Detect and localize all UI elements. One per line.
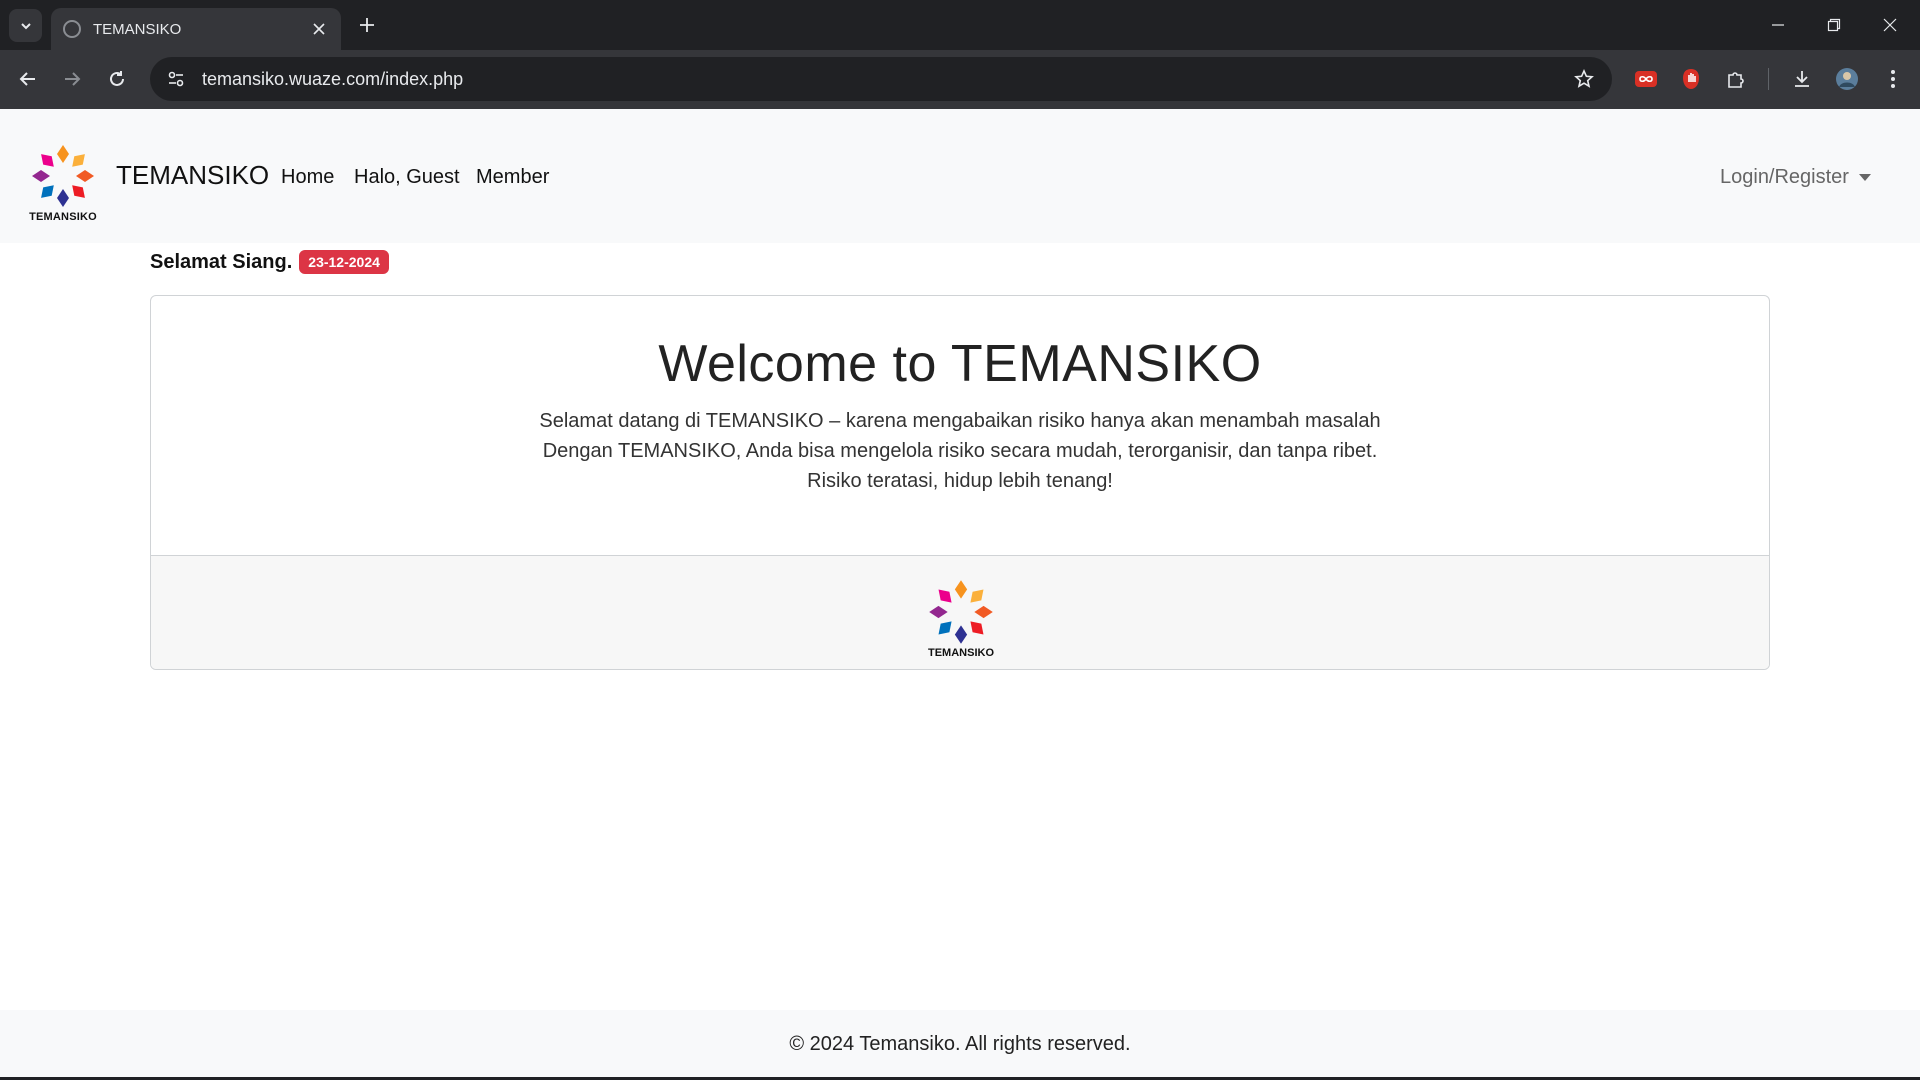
logo-wordmark: TEMANSIKO [29, 211, 97, 223]
forward-button[interactable] [56, 63, 88, 95]
site-info-button[interactable] [154, 57, 198, 101]
greeting-text: Selamat Siang. [150, 250, 293, 273]
welcome-line: Selamat datang di TEMANSIKO – karena men… [539, 410, 1381, 432]
downloads-button[interactable] [1787, 64, 1817, 94]
star-icon [1574, 69, 1594, 88]
welcome-title: Welcome to TEMANSIKO [658, 335, 1262, 393]
welcome-card-footer: TEMANSIKO [151, 555, 1769, 669]
minimize-button[interactable] [1750, 8, 1806, 42]
logo-wordmark: TEMANSIKO [928, 647, 994, 659]
arrow-left-icon [19, 72, 35, 86]
welcome-line: Risiko teratasi, hidup lebih tenang! [807, 470, 1113, 492]
hand-icon [1683, 69, 1699, 89]
browser-toolbar: temansiko.wuaze.com/index.php [0, 50, 1920, 109]
login-register-dropdown[interactable]: Login/Register [1720, 166, 1871, 189]
welcome-card-body: Welcome to TEMANSIKO Selamat datang di T… [151, 296, 1769, 555]
welcome-card: Welcome to TEMANSIKO Selamat datang di T… [150, 295, 1770, 670]
tab-close-button[interactable] [309, 19, 329, 39]
brand-logo[interactable]: TEMANSIKO [24, 143, 102, 225]
page-footer: © 2024 Temansiko. All rights reserved. [0, 1010, 1920, 1078]
globe-icon [63, 20, 81, 38]
nav-home-link[interactable]: Home [281, 166, 334, 189]
avatar-icon [1836, 68, 1858, 90]
extension-hand-button[interactable] [1676, 64, 1706, 94]
browser-menu-button[interactable] [1878, 64, 1908, 94]
profile-avatar-button[interactable] [1832, 64, 1862, 94]
new-tab-button[interactable] [353, 11, 381, 39]
flower-logo-icon [929, 580, 993, 644]
login-register-label: Login/Register [1720, 166, 1849, 188]
browser-tabstrip: TEMANSIKO [0, 0, 1920, 50]
back-button[interactable] [12, 63, 44, 95]
close-icon [1883, 18, 1897, 32]
copyright-text: © 2024 Temansiko. All rights reserved. [789, 1033, 1131, 1055]
close-icon [313, 23, 325, 35]
nav-greeting-guest[interactable]: Halo, Guest [354, 166, 460, 189]
date-badge: 23-12-2024 [299, 250, 389, 274]
minimize-icon [1772, 24, 1784, 26]
tab-title: TEMANSIKO [93, 20, 182, 38]
welcome-description: Selamat datang di TEMANSIKO – karena men… [151, 406, 1769, 496]
tab-search-button[interactable] [9, 9, 42, 42]
greeting-row: Selamat Siang. 23-12-2024 [150, 250, 389, 274]
reload-button[interactable] [101, 63, 133, 95]
restore-icon [1827, 18, 1841, 32]
infinity-icon [1635, 71, 1657, 87]
brand-name-link[interactable]: TEMANSIKO [116, 160, 269, 191]
puzzle-icon [1728, 72, 1744, 88]
tune-icon [168, 71, 184, 87]
browser-tab[interactable]: TEMANSIKO [51, 8, 341, 50]
nav-member-link[interactable]: Member [476, 166, 549, 189]
more-vertical-icon [1891, 70, 1895, 88]
toolbar-divider [1768, 68, 1769, 90]
caret-down-icon [1858, 174, 1871, 181]
extensions-button[interactable] [1721, 64, 1751, 94]
download-icon [1795, 71, 1809, 87]
close-window-button[interactable] [1862, 8, 1918, 42]
extension-infinity-button[interactable] [1631, 64, 1661, 94]
url-text[interactable]: temansiko.wuaze.com/index.php [202, 69, 1564, 90]
flower-logo-icon [32, 145, 94, 207]
restore-button[interactable] [1806, 8, 1862, 42]
address-bar[interactable]: temansiko.wuaze.com/index.php [150, 57, 1612, 101]
footer-logo: TEMANSIKO [921, 578, 1001, 662]
chevron-down-icon [20, 22, 31, 29]
arrow-right-icon [65, 72, 81, 86]
bookmark-button[interactable] [1564, 59, 1604, 99]
reload-icon [110, 71, 124, 86]
plus-icon [360, 18, 374, 32]
welcome-line: Dengan TEMANSIKO, Anda bisa mengelola ri… [542, 440, 1378, 462]
